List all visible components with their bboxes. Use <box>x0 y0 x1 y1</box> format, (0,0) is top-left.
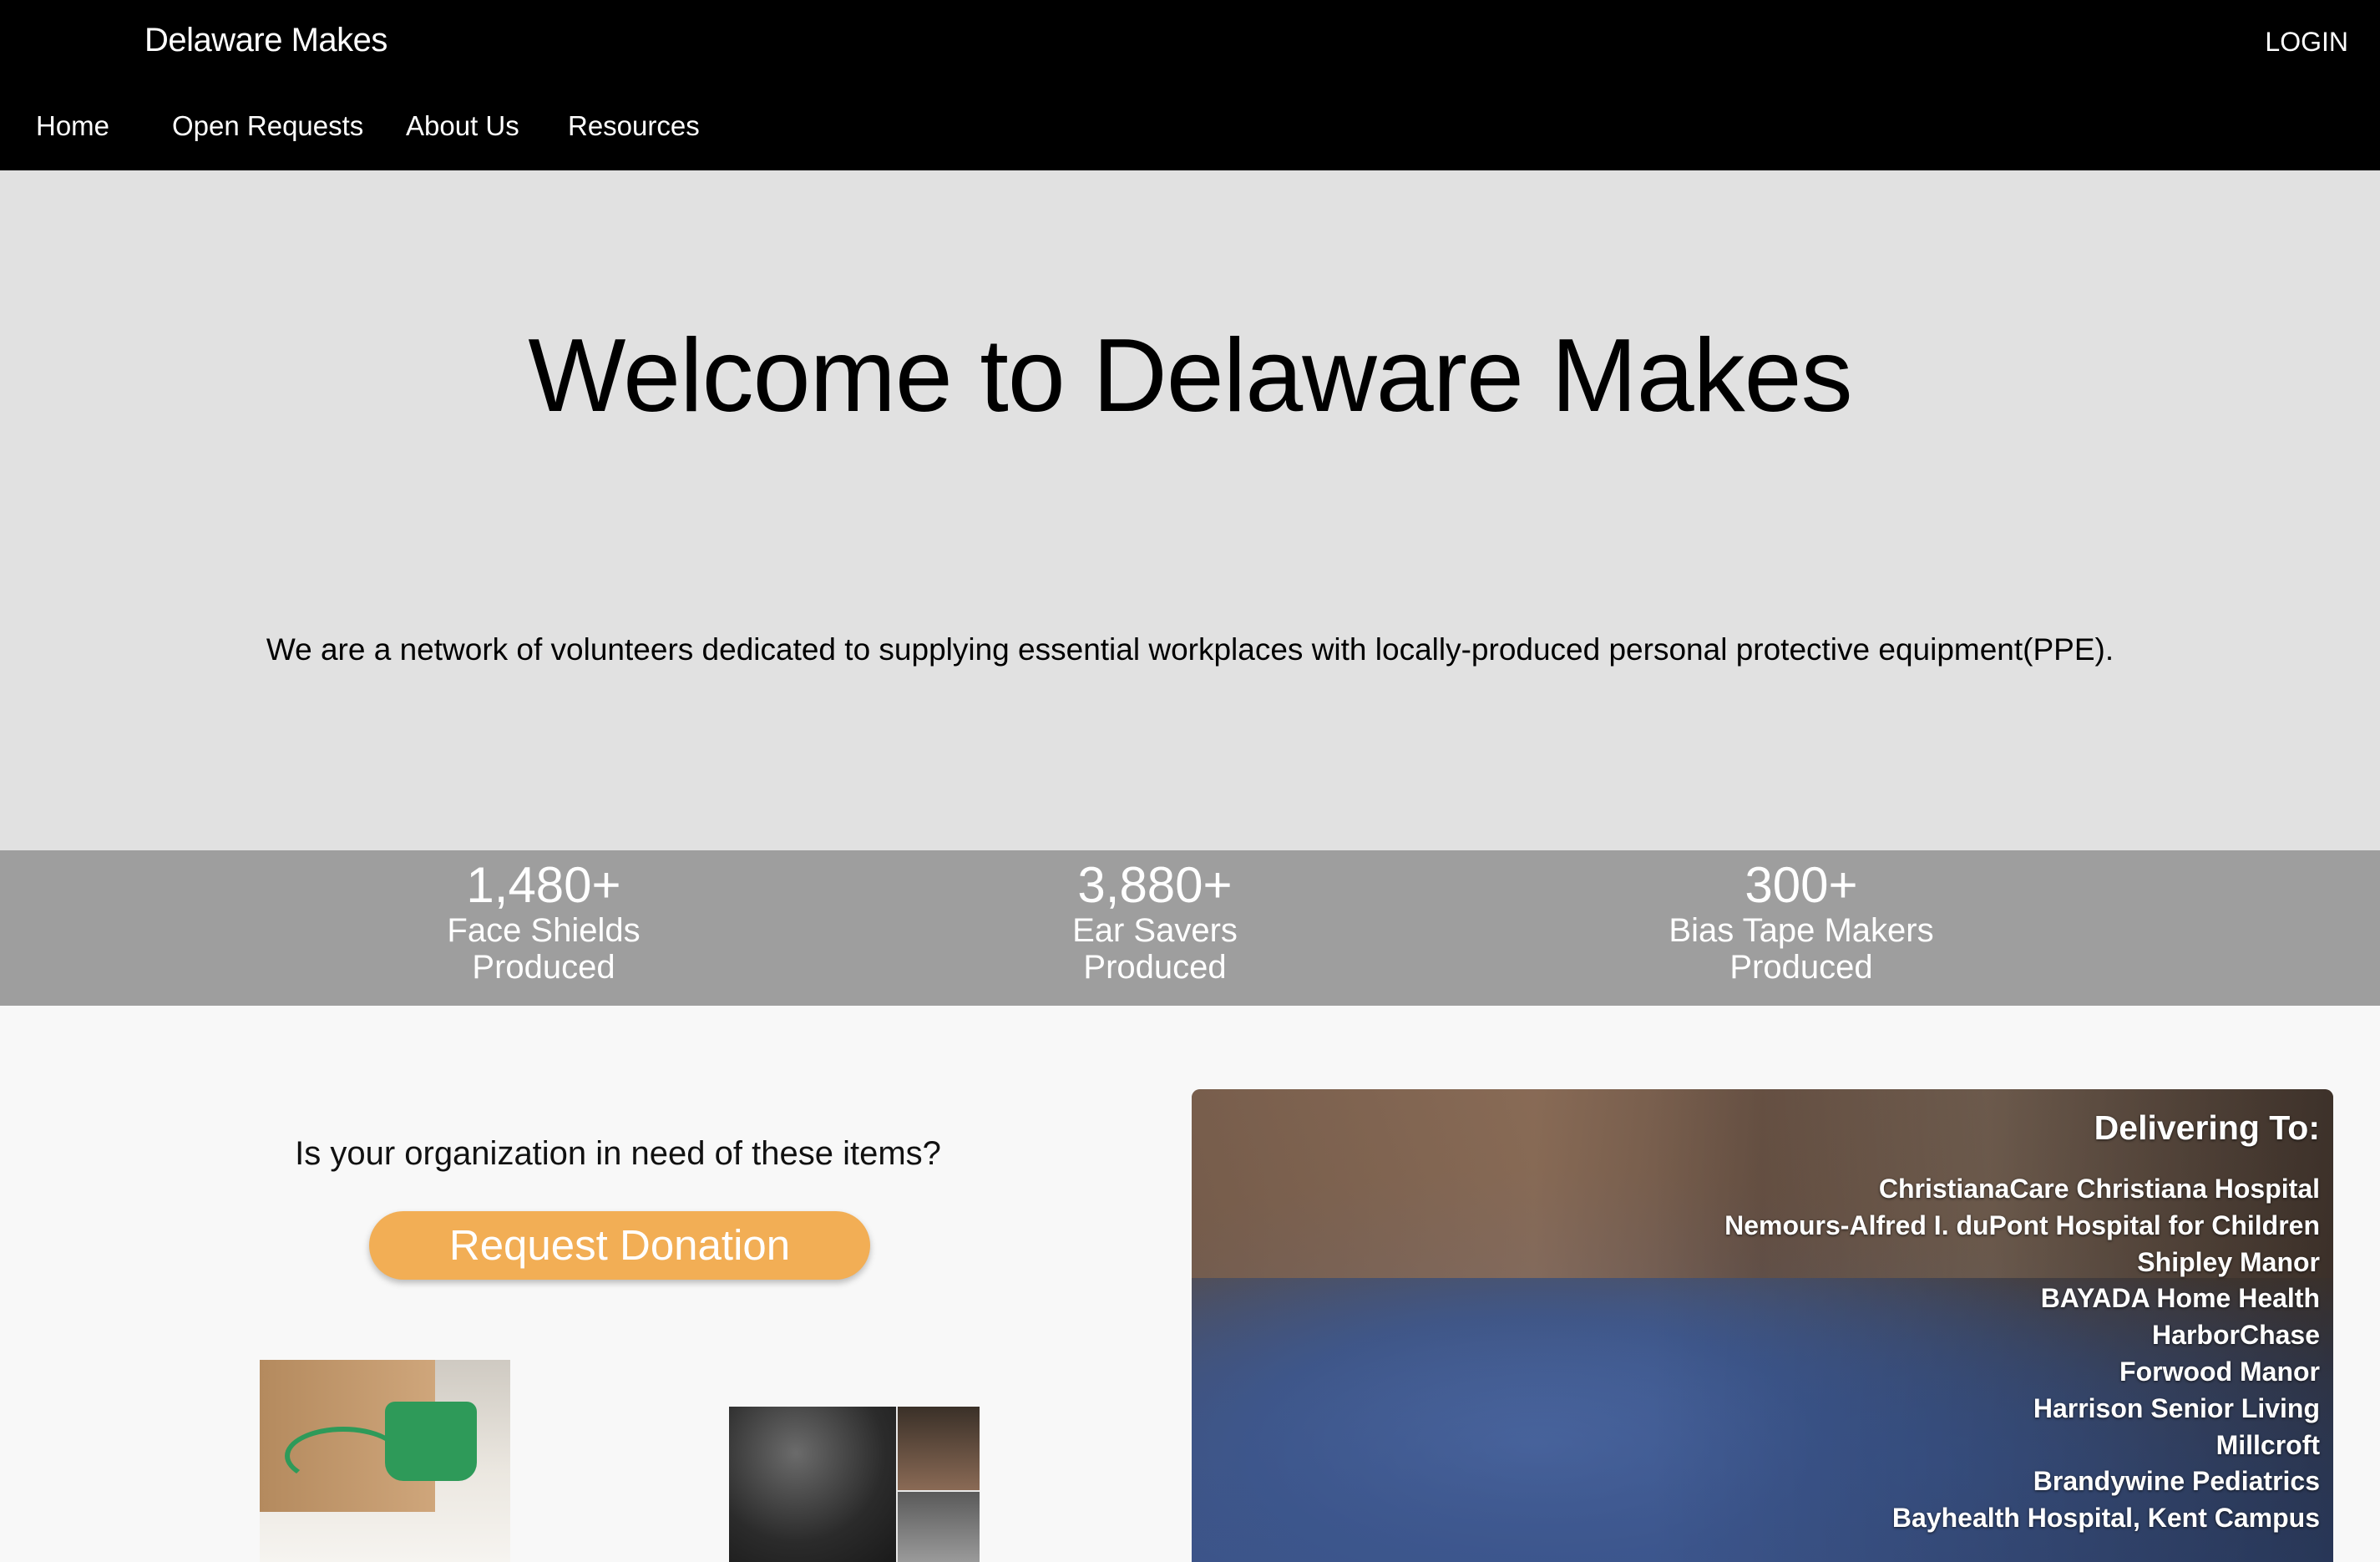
delivering-list: ChristianaCare Christiana Hospital Nemou… <box>1724 1171 2320 1537</box>
nav-item-resources[interactable]: Resources <box>568 110 700 142</box>
stat-number: 1,480+ <box>466 857 621 913</box>
hero-section: Welcome to Delaware Makes We are a netwo… <box>0 170 2380 850</box>
nav-item-home[interactable]: Home <box>36 110 109 142</box>
request-donation-button[interactable]: Request Donation <box>369 1211 870 1280</box>
list-item: Harrison Senior Living <box>2033 1392 2320 1423</box>
stat-label: Produced <box>472 949 615 986</box>
stat-label: Face Shields <box>447 912 641 949</box>
login-link[interactable]: LOGIN <box>2265 27 2348 58</box>
hero-title: Welcome to Delaware Makes <box>528 318 1852 434</box>
list-item: Bayhealth Hospital, Kent Campus <box>1891 1503 2320 1534</box>
ear-saver-photo-top <box>898 1407 980 1490</box>
stats-bar: 1,480+ Face Shields Produced 3,880+ Ear … <box>0 850 2380 1006</box>
list-item: ChristianaCare Christiana Hospital <box>1878 1174 2320 1204</box>
stat-label: Bias Tape Makers <box>1669 912 1934 949</box>
stat-ear-savers: 3,880+ Ear Savers Produced <box>1072 859 1238 986</box>
request-question: Is your organization in need of these it… <box>295 1135 941 1172</box>
main-content: Is your organization in need of these it… <box>0 1006 2380 1562</box>
list-item: BAYADA Home Health <box>2040 1283 2320 1314</box>
nav-item-open-requests[interactable]: Open Requests <box>172 110 363 142</box>
delivering-title: Delivering To: <box>2094 1108 2320 1147</box>
hero-subtitle: We are a network of volunteers dedicated… <box>266 632 2114 667</box>
face-shield-shape <box>385 1402 477 1481</box>
stat-face-shields: 1,480+ Face Shields Produced <box>447 859 640 986</box>
face-shield-image[interactable] <box>260 1360 510 1562</box>
ear-saver-photo-main <box>729 1407 896 1562</box>
stat-number: 300+ <box>1744 857 1858 913</box>
nav-item-about-us[interactable]: About Us <box>406 110 519 142</box>
stat-label: Produced <box>1083 949 1227 986</box>
stat-bias-tape-makers: 300+ Bias Tape Makers Produced <box>1669 859 1933 986</box>
stat-label: Ear Savers <box>1072 912 1238 949</box>
main-nav: Home Open Requests About Us Resources <box>0 110 2380 152</box>
delivering-list-panel: Delivering To: ChristianaCare Christiana… <box>1724 1106 2320 1537</box>
list-item: Shipley Manor <box>2137 1246 2320 1277</box>
ear-saver-photo-bottom <box>898 1492 980 1562</box>
list-item: Millcroft <box>2215 1429 2320 1460</box>
list-item: Forwood Manor <box>2119 1356 2320 1387</box>
list-item: HarborChase <box>2152 1320 2320 1351</box>
brand-title[interactable]: Delaware Makes <box>144 22 387 59</box>
delivering-photo: Delivering To: ChristianaCare Christiana… <box>1192 1089 2333 1562</box>
list-item: Nemours-Alfred I. duPont Hospital for Ch… <box>1724 1210 2320 1240</box>
ear-saver-image[interactable] <box>729 1407 980 1562</box>
stat-label: Produced <box>1729 949 1873 986</box>
top-navbar: Delaware Makes LOGIN Home Open Requests … <box>0 0 2380 170</box>
headband-shape <box>285 1427 402 1485</box>
stat-number: 3,880+ <box>1077 857 1233 913</box>
list-item: Brandywine Pediatrics <box>2033 1466 2320 1497</box>
